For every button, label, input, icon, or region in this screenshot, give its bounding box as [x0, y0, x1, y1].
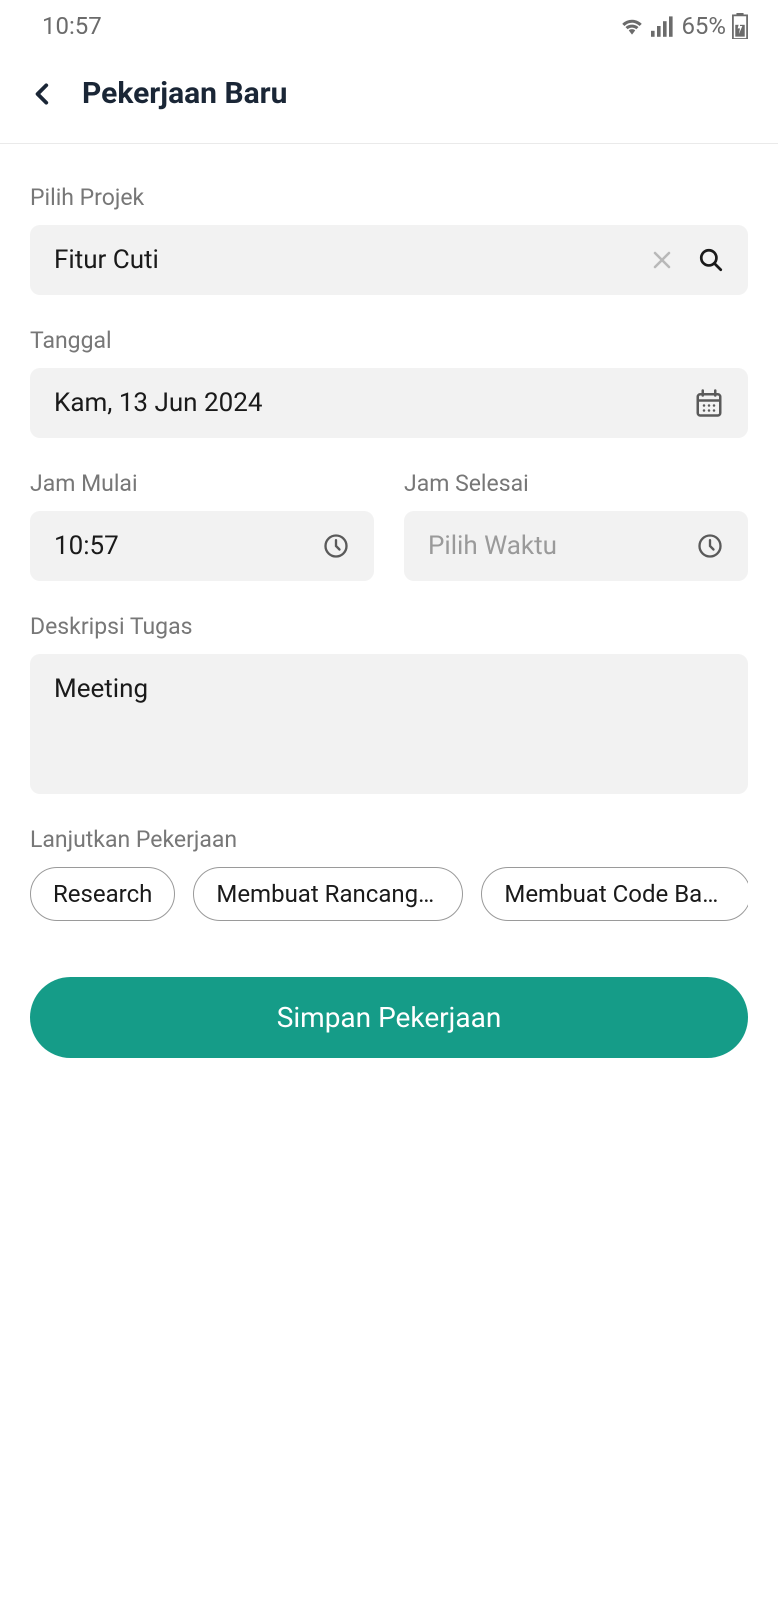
page-title: Pekerjaan Baru — [82, 76, 287, 111]
calendar-icon — [694, 388, 724, 418]
project-input-icons — [650, 247, 724, 273]
date-value: Kam, 13 Jun 2024 — [54, 388, 262, 418]
project-value: Fitur Cuti — [54, 245, 159, 275]
continue-work-label: Lanjutkan Pekerjaan — [30, 826, 748, 853]
time-end-input[interactable]: Pilih Waktu — [404, 511, 748, 581]
date-group: Tanggal Kam, 13 Jun 2024 — [30, 327, 748, 438]
battery-icon — [732, 13, 748, 39]
project-input[interactable]: Fitur Cuti — [30, 225, 748, 295]
chip-rancangan[interactable]: Membuat Rancangan... — [193, 867, 463, 921]
status-time: 10:57 — [42, 12, 102, 40]
time-start-value: 10:57 — [54, 531, 119, 561]
status-indicators: 65% — [619, 12, 748, 40]
battery-percentage: 65% — [681, 12, 726, 40]
continue-work-group: Lanjutkan Pekerjaan Research Membuat Ran… — [30, 826, 748, 921]
page-header: Pekerjaan Baru — [0, 48, 778, 144]
signal-icon — [651, 15, 675, 37]
date-label: Tanggal — [30, 327, 748, 354]
time-row: Jam Mulai 10:57 Jam Selesai Pilih Waktu — [30, 470, 748, 581]
clock-icon — [696, 532, 724, 560]
description-input[interactable]: Meeting — [30, 654, 748, 794]
clock-icon — [322, 532, 350, 560]
back-icon[interactable] — [30, 81, 56, 107]
chip-code-back[interactable]: Membuat Code Back... — [481, 867, 748, 921]
close-icon[interactable] — [650, 248, 674, 272]
description-value: Meeting — [54, 674, 148, 704]
description-label: Deskripsi Tugas — [30, 613, 748, 640]
time-end-label: Jam Selesai — [404, 470, 748, 497]
submit-button[interactable]: Simpan Pekerjaan — [30, 977, 748, 1058]
chip-row: Research Membuat Rancangan... Membuat Co… — [30, 867, 748, 921]
date-input[interactable]: Kam, 13 Jun 2024 — [30, 368, 748, 438]
time-start-group: Jam Mulai 10:57 — [30, 470, 374, 581]
form-content: Pilih Projek Fitur Cuti Tanggal Kam, 13 … — [0, 144, 778, 1098]
time-start-label: Jam Mulai — [30, 470, 374, 497]
project-label: Pilih Projek — [30, 184, 748, 211]
description-group: Deskripsi Tugas Meeting — [30, 613, 748, 794]
time-end-group: Jam Selesai Pilih Waktu — [404, 470, 748, 581]
time-start-input[interactable]: 10:57 — [30, 511, 374, 581]
time-end-placeholder: Pilih Waktu — [428, 531, 557, 561]
wifi-icon — [619, 15, 645, 37]
status-bar: 10:57 65% — [0, 0, 778, 48]
project-group: Pilih Projek Fitur Cuti — [30, 184, 748, 295]
chip-research[interactable]: Research — [30, 867, 175, 921]
search-icon[interactable] — [698, 247, 724, 273]
